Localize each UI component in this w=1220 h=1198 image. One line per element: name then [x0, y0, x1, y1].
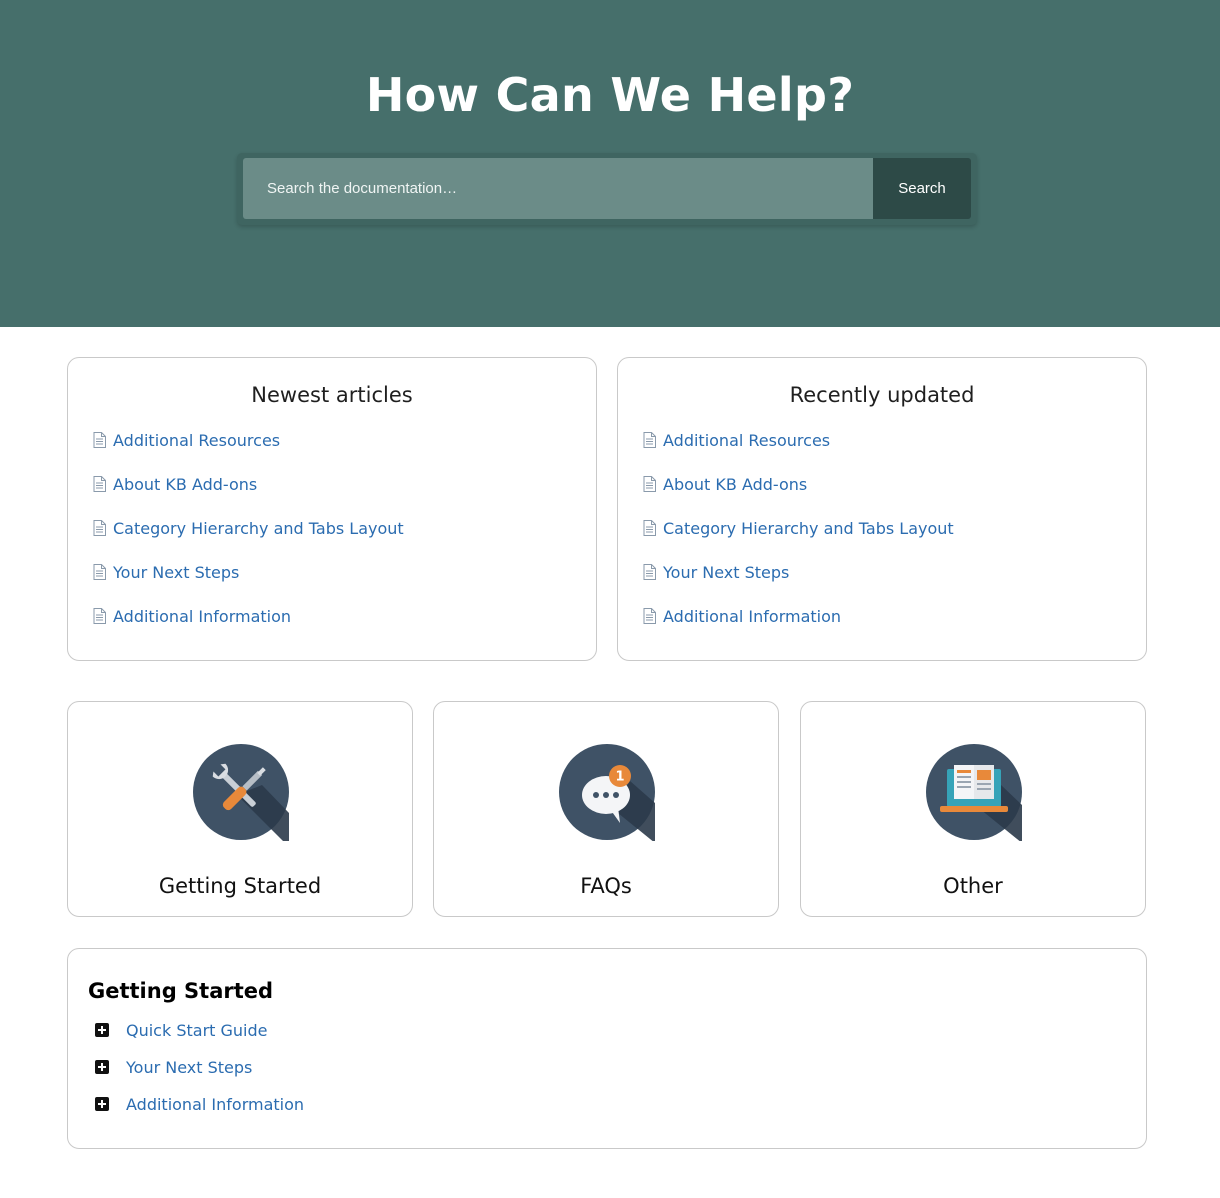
category-card-faqs[interactable]: 1 FAQs [433, 701, 779, 917]
plus-square-icon[interactable] [95, 1097, 109, 1111]
document-icon [93, 564, 106, 580]
article-link[interactable]: About KB Add-ons [113, 475, 257, 494]
article-link[interactable]: Your Next Steps [663, 563, 789, 582]
list-item: Additional Resources [93, 431, 404, 475]
document-icon [643, 520, 656, 536]
article-link[interactable]: Your Next Steps [113, 563, 239, 582]
document-icon [643, 608, 656, 624]
newest-articles-list: Additional Resources About KB Add-ons Ca… [93, 431, 404, 651]
page-title: How Can We Help? [365, 68, 855, 122]
recently-updated-card: Recently updated Additional Resources Ab… [617, 357, 1147, 661]
section-article-list: Quick Start Guide Your Next Steps Additi… [95, 1021, 304, 1132]
recently-updated-list: Additional Resources About KB Add-ons Ca… [643, 431, 954, 651]
document-icon [93, 476, 106, 492]
section-title: Getting Started [88, 979, 274, 1003]
list-item: Your Next Steps [93, 563, 404, 607]
hero-banner: How Can We Help? Search [0, 0, 1220, 327]
article-link[interactable]: About KB Add-ons [663, 475, 807, 494]
list-item: Your Next Steps [643, 563, 954, 607]
document-icon [93, 520, 106, 536]
list-item: Additional Information [93, 607, 404, 651]
list-item: Additional Resources [643, 431, 954, 475]
article-link[interactable]: Additional Information [663, 607, 841, 626]
list-item: Category Hierarchy and Tabs Layout [643, 519, 954, 563]
section-article-link[interactable]: Additional Information [126, 1095, 304, 1114]
article-link[interactable]: Category Hierarchy and Tabs Layout [663, 519, 954, 538]
document-icon [93, 432, 106, 448]
tools-icon [193, 744, 289, 841]
category-label: FAQs [580, 874, 632, 898]
recently-updated-title: Recently updated [789, 383, 975, 407]
category-card-other[interactable]: Other [800, 701, 1146, 917]
section-article-link[interactable]: Your Next Steps [126, 1058, 252, 1077]
article-link[interactable]: Additional Resources [113, 431, 280, 450]
section-article-link[interactable]: Quick Start Guide [126, 1021, 267, 1040]
category-label: Getting Started [158, 874, 322, 898]
document-icon [93, 608, 106, 624]
document-icon [643, 432, 656, 448]
laptop-book-icon [926, 744, 1022, 841]
document-icon [643, 476, 656, 492]
search-button[interactable]: Search [873, 158, 971, 219]
article-link[interactable]: Category Hierarchy and Tabs Layout [113, 519, 404, 538]
newest-articles-title: Newest articles [251, 383, 413, 407]
list-item: Quick Start Guide [95, 1021, 304, 1058]
list-item: About KB Add-ons [93, 475, 404, 519]
list-item: Your Next Steps [95, 1058, 304, 1095]
category-card-getting-started[interactable]: Getting Started [67, 701, 413, 917]
category-label: Other [943, 874, 1003, 898]
list-item: About KB Add-ons [643, 475, 954, 519]
document-icon [643, 564, 656, 580]
faq-badge-count: 1 [615, 770, 624, 785]
plus-square-icon[interactable] [95, 1060, 109, 1074]
getting-started-section: Getting Started Quick Start Guide Your N… [67, 948, 1147, 1149]
search-bar: Search [237, 153, 977, 225]
list-item: Additional Information [95, 1095, 304, 1132]
newest-articles-card: Newest articles Additional Resources Abo… [67, 357, 597, 661]
plus-square-icon[interactable] [95, 1023, 109, 1037]
article-link[interactable]: Additional Information [113, 607, 291, 626]
chat-bubble-icon: 1 [559, 744, 655, 841]
list-item: Category Hierarchy and Tabs Layout [93, 519, 404, 563]
article-link[interactable]: Additional Resources [663, 431, 830, 450]
list-item: Additional Information [643, 607, 954, 651]
search-input[interactable] [243, 158, 873, 219]
